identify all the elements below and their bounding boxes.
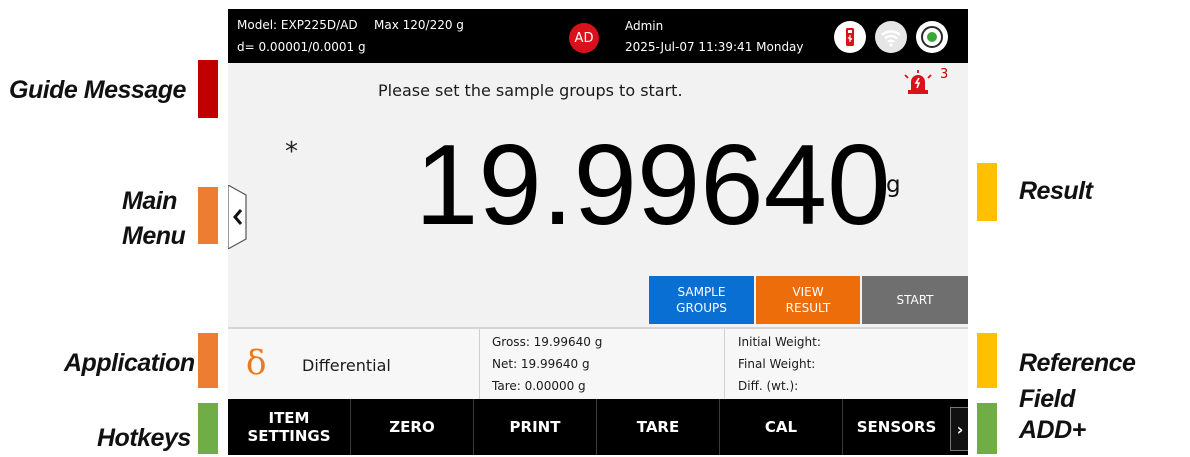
info-panel: δ Differential Gross: 19.99640 g Net: 19… (228, 327, 968, 401)
gross-weight: Gross: 19.99640 g (492, 335, 603, 349)
guide-message: Please set the sample groups to start. (378, 81, 683, 100)
callout-guide-message: Guide Message (9, 76, 186, 104)
hotkey-bar: ITEM SETTINGS ZERO PRINT TARE CAL SENSORS… (228, 399, 968, 455)
info-divider (479, 329, 480, 401)
main-menu-tab[interactable] (228, 184, 250, 253)
hotkeys-marker (198, 403, 218, 454)
callout-hotkeys: Hotkeys (97, 424, 191, 452)
alarm-icon[interactable] (902, 69, 934, 99)
callout-reference-field: Reference Field (1019, 349, 1136, 413)
weight-unit: g (886, 172, 901, 198)
view-result-button[interactable]: VIEW RESULT (756, 276, 860, 324)
initial-weight: Initial Weight: (738, 335, 821, 349)
alarm-count: 3 (940, 67, 949, 82)
tare-hotkey[interactable]: TARE (597, 399, 720, 455)
wifi-icon[interactable] (875, 21, 907, 53)
application-marker (198, 333, 218, 388)
net-weight: Net: 19.99640 g (492, 357, 590, 371)
view-result-label-line1: VIEW (792, 285, 824, 299)
tare-weight: Tare: 0.00000 g (492, 379, 586, 393)
model-label: Model: EXP225D/AD (237, 18, 358, 32)
chevron-right-icon: › (956, 419, 964, 439)
add-plus-marker (977, 403, 997, 454)
sample-groups-label-line2: GROUPS (676, 301, 727, 315)
application-icon[interactable]: δ (246, 343, 266, 383)
item-settings-label-line1: ITEM (268, 409, 310, 427)
datetime: 2025-Jul-07 11:39:41 Monday (625, 40, 804, 54)
add-plus-tab[interactable]: › (950, 407, 968, 451)
sensors-hotkey[interactable]: SENSORS (843, 399, 950, 455)
cal-hotkey[interactable]: CAL (720, 399, 843, 455)
status-bar: Model: EXP225D/AD Max 120/220 g d= 0.000… (228, 9, 968, 63)
item-settings-hotkey[interactable]: ITEM SETTINGS (228, 399, 351, 455)
avatar[interactable]: AD (569, 23, 599, 53)
callout-main-menu-line2: Menu (122, 222, 186, 250)
difference-weight: Diff. (wt.): (738, 379, 799, 393)
callout-application: Application (64, 349, 195, 377)
user-name: Admin (625, 19, 664, 33)
callout-main-menu-line1: Main (122, 187, 177, 215)
view-result-label-line2: RESULT (785, 301, 831, 315)
stability-mark: * (285, 137, 298, 167)
info-divider (724, 329, 725, 401)
reference-field-marker (977, 333, 997, 388)
sample-groups-label-line1: SAMPLE (677, 285, 726, 299)
zero-hotkey[interactable]: ZERO (351, 399, 474, 455)
balance-screen: Model: EXP225D/AD Max 120/220 g d= 0.000… (228, 9, 968, 455)
print-hotkey[interactable]: PRINT (474, 399, 597, 455)
item-settings-label-line2: SETTINGS (247, 427, 331, 445)
final-weight: Final Weight: (738, 357, 816, 371)
start-button[interactable]: START (862, 276, 968, 324)
callout-add-plus: ADD+ (1019, 416, 1086, 444)
weight-readout: 19.99640 (415, 122, 891, 249)
guide-message-marker (198, 60, 218, 118)
sample-groups-button[interactable]: SAMPLE GROUPS (649, 276, 754, 324)
usb-icon[interactable] (834, 21, 866, 53)
application-label[interactable]: Differential (302, 356, 391, 375)
main-menu-marker (198, 187, 218, 244)
readability-label: d= 0.00001/0.0001 g (237, 40, 366, 54)
result-marker (977, 163, 997, 221)
max-capacity-label: Max 120/220 g (374, 18, 464, 32)
level-icon[interactable] (916, 21, 948, 53)
callout-result: Result (1019, 177, 1093, 205)
